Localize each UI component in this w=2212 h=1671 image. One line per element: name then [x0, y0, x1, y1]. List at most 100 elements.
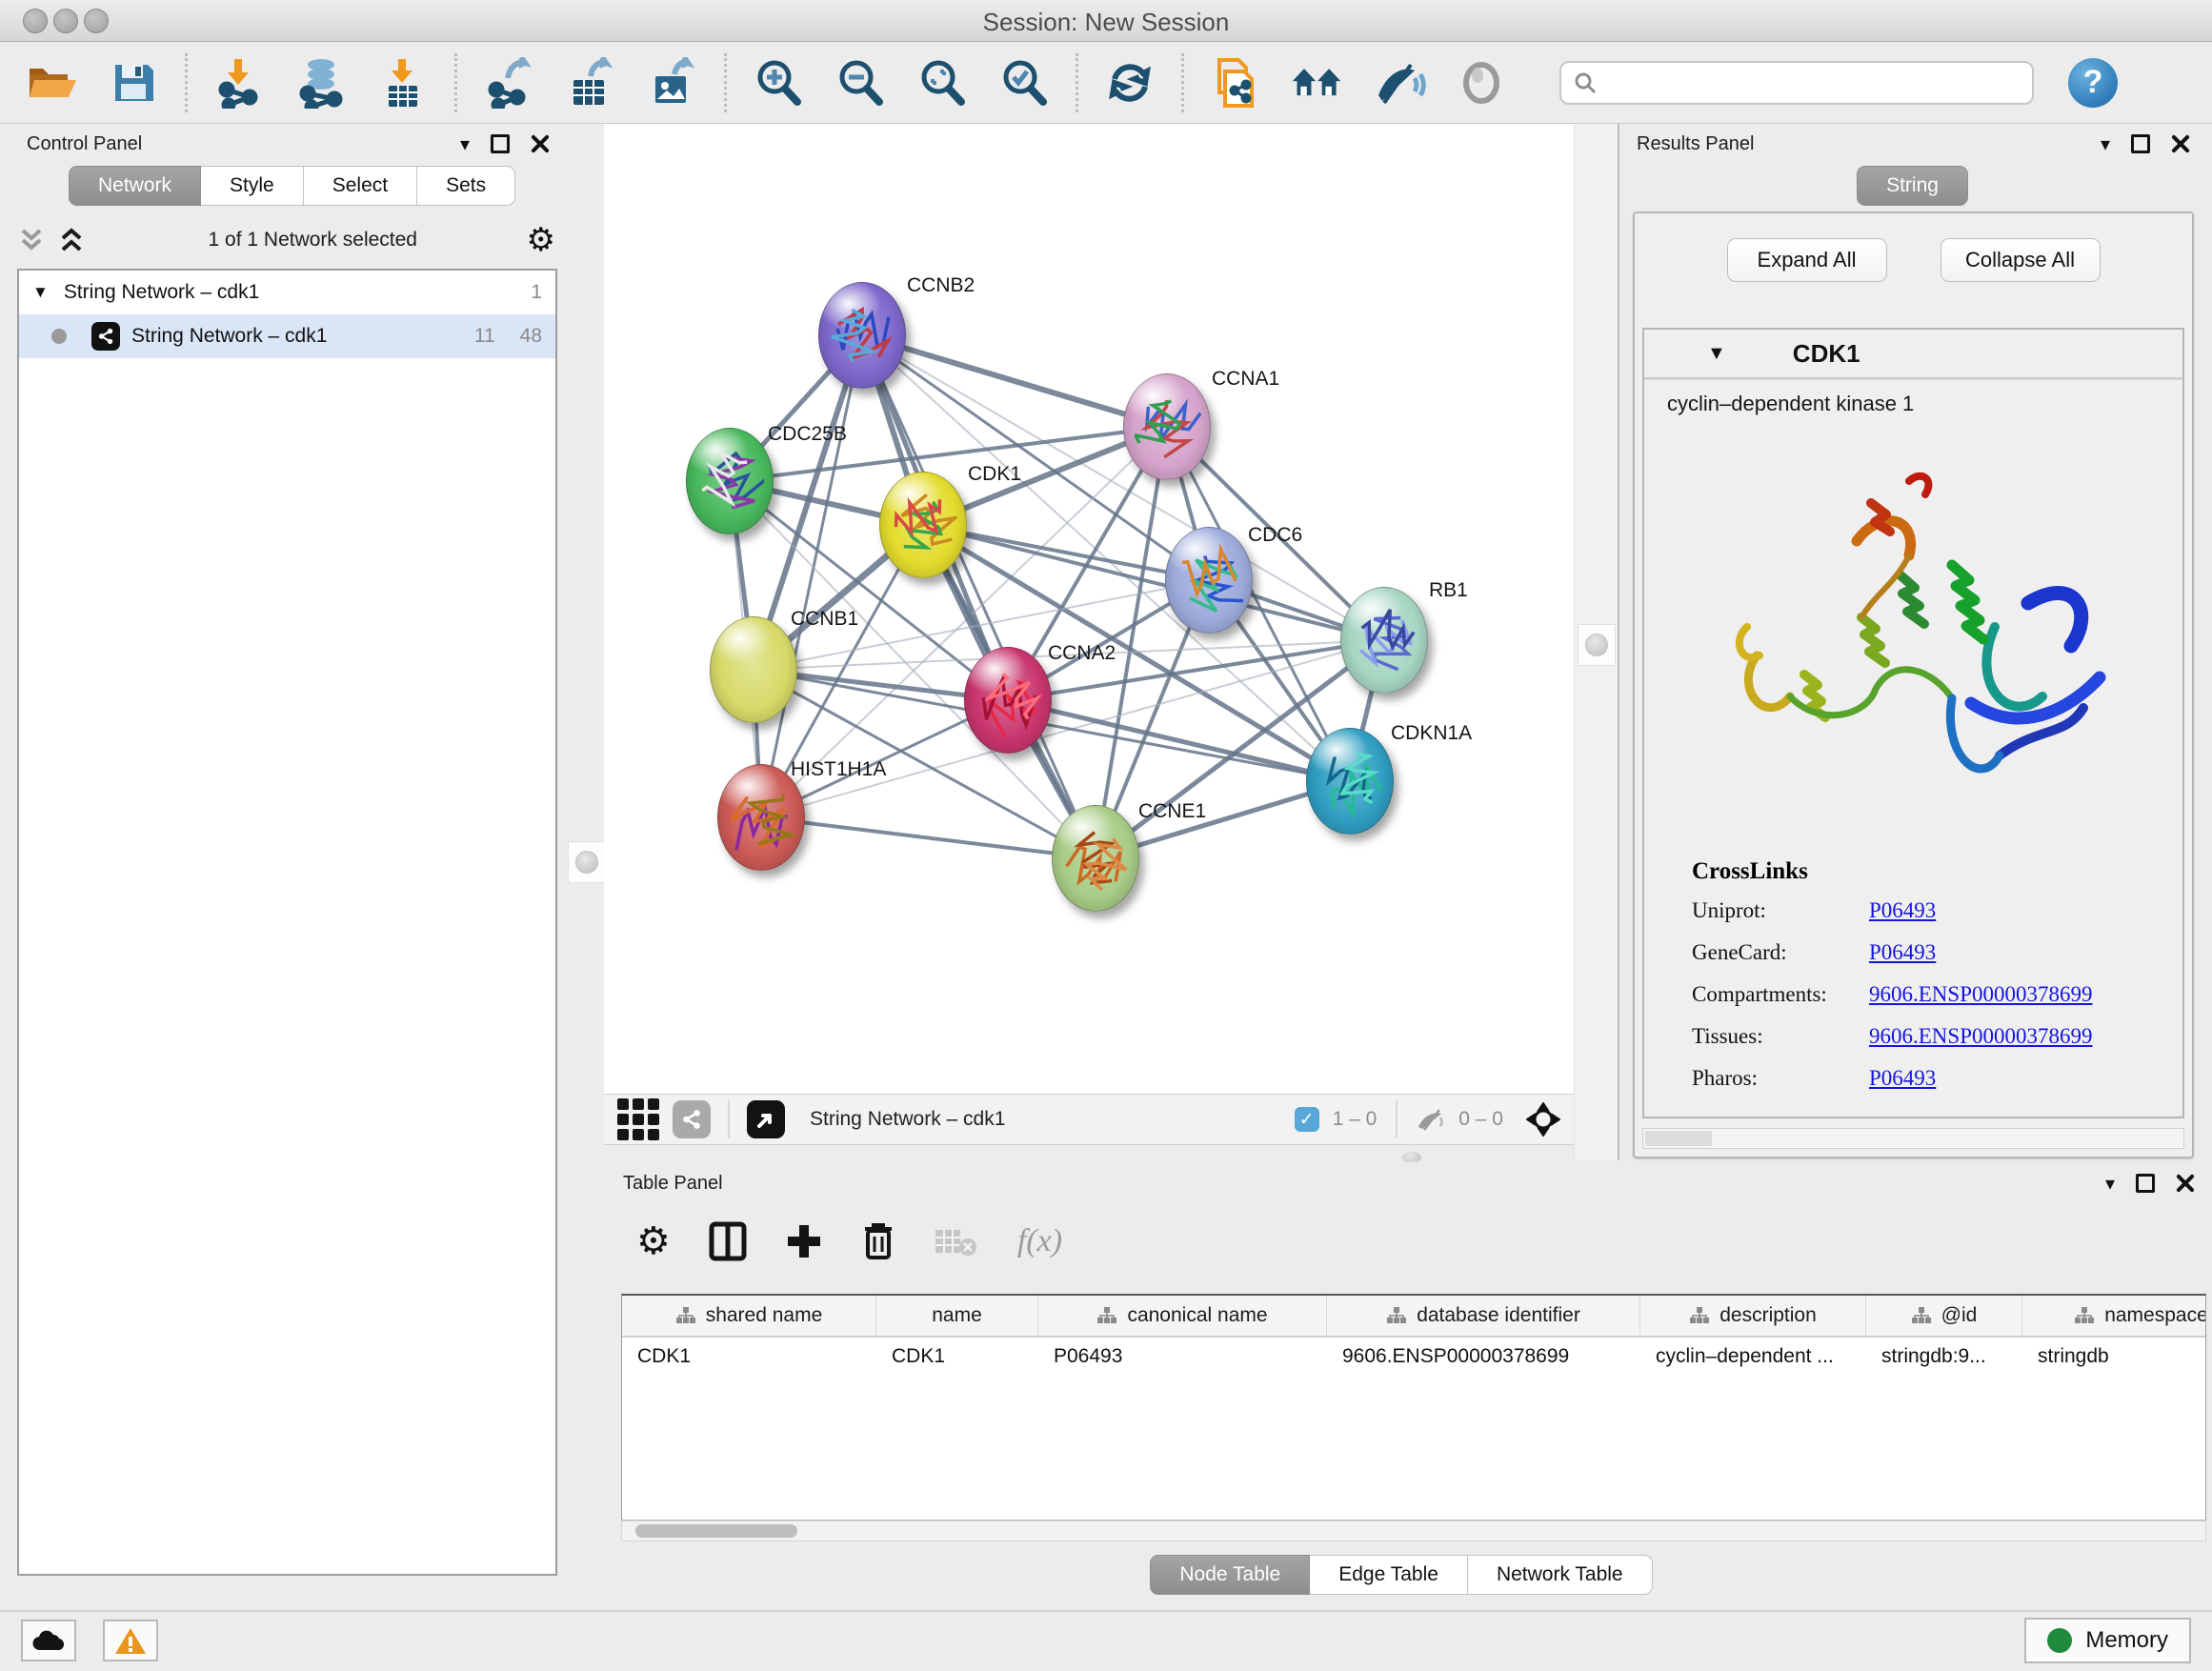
- function-builder-icon[interactable]: f(x): [1017, 1223, 1062, 1259]
- expand-all-button[interactable]: Expand All: [1727, 238, 1887, 282]
- column-header-description[interactable]: description: [1640, 1296, 1866, 1336]
- panel-menu-icon[interactable]: ▾: [2101, 132, 2110, 156]
- cloud-button[interactable]: [21, 1620, 76, 1661]
- table-cell[interactable]: 9606.ENSP00000378699: [1327, 1338, 1640, 1379]
- detach-view-icon[interactable]: [747, 1100, 785, 1138]
- left-splitter-handle[interactable]: [568, 841, 606, 883]
- network-options-gear-icon[interactable]: ⚙: [527, 224, 555, 256]
- table-settings-gear-icon[interactable]: ⚙: [636, 1222, 671, 1260]
- network-node-CDC25B[interactable]: [686, 428, 774, 534]
- birds-eye-icon[interactable]: [1526, 1102, 1560, 1137]
- export-table-icon[interactable]: [564, 56, 617, 110]
- grid-view-icon[interactable]: [617, 1093, 659, 1146]
- table-h-scrollbar[interactable]: [621, 1520, 2206, 1541]
- table-cell[interactable]: stringdb: [2022, 1338, 2206, 1379]
- float-panel-icon[interactable]: [2131, 134, 2150, 153]
- table-cell[interactable]: cyclin–dependent ...: [1640, 1338, 1866, 1379]
- import-database-icon[interactable]: [294, 56, 348, 110]
- selected-checkbox-icon[interactable]: ✓: [1295, 1107, 1319, 1132]
- zoom-out-icon[interactable]: [834, 56, 887, 110]
- help-icon[interactable]: ?: [2068, 58, 2118, 108]
- tab-select[interactable]: Select: [304, 166, 417, 206]
- network-node-CCNB2[interactable]: [818, 282, 906, 389]
- show-columns-icon[interactable]: [709, 1221, 747, 1261]
- close-panel-icon[interactable]: [2176, 1174, 2195, 1193]
- warnings-button[interactable]: [103, 1620, 158, 1661]
- graphics-details-icon[interactable]: [1291, 56, 1344, 110]
- crosslink-label: Compartments:: [1692, 982, 1869, 1007]
- close-panel-icon[interactable]: [531, 134, 550, 153]
- float-panel-icon[interactable]: [491, 134, 510, 153]
- right-splitter-handle[interactable]: [1578, 624, 1616, 666]
- tab-sets[interactable]: Sets: [417, 166, 515, 206]
- float-panel-icon[interactable]: [2136, 1174, 2155, 1193]
- tab-network[interactable]: Network: [69, 166, 201, 206]
- table-cell[interactable]: stringdb:9...: [1866, 1338, 2022, 1379]
- network-collection-row[interactable]: ▼ String Network – cdk1 1: [19, 271, 555, 314]
- import-table-icon[interactable]: [376, 56, 430, 110]
- column-header--id[interactable]: @id: [1866, 1296, 2022, 1336]
- tab-node-table[interactable]: Node Table: [1150, 1555, 1310, 1595]
- network-edge[interactable]: [862, 335, 1167, 427]
- clone-network-icon[interactable]: [1209, 56, 1262, 110]
- zoom-selected-icon[interactable]: [997, 56, 1051, 110]
- column-header-canonical-name[interactable]: canonical name: [1038, 1296, 1327, 1336]
- panel-menu-icon[interactable]: ▾: [2105, 1172, 2115, 1196]
- tab-string[interactable]: String: [1857, 166, 1968, 206]
- refresh-icon[interactable]: [1103, 56, 1156, 110]
- network-edge[interactable]: [862, 335, 1096, 858]
- export-network-icon[interactable]: [482, 56, 535, 110]
- gene-collapse-icon[interactable]: ▼: [1707, 343, 1726, 365]
- collection-expand-icon[interactable]: ▼: [32, 283, 49, 302]
- network-row[interactable]: String Network – cdk1 11 48: [19, 314, 555, 358]
- network-node-CDC6[interactable]: [1165, 527, 1253, 634]
- network-node-RB1[interactable]: [1340, 587, 1428, 694]
- search-input[interactable]: [1559, 61, 2034, 105]
- crosslink-link[interactable]: P06493: [1869, 898, 1936, 923]
- results-scrollbar[interactable]: [1642, 1128, 2184, 1149]
- network-node-CCNA1[interactable]: [1123, 373, 1211, 480]
- open-session-icon[interactable]: [25, 56, 78, 110]
- network-node-CCNA2[interactable]: [964, 647, 1052, 754]
- column-header-shared-name[interactable]: shared name: [622, 1296, 876, 1336]
- column-header-database-identifier[interactable]: database identifier: [1327, 1296, 1640, 1336]
- import-network-icon[interactable]: [212, 56, 266, 110]
- zoom-fit-icon[interactable]: [915, 56, 969, 110]
- glass-effect-icon[interactable]: [1373, 56, 1426, 110]
- delete-table-icon[interactable]: [934, 1224, 979, 1258]
- table-cell[interactable]: CDK1: [622, 1338, 876, 1379]
- network-node-CCNE1[interactable]: [1052, 805, 1139, 912]
- network-node-CDK1[interactable]: [879, 472, 967, 578]
- tab-style[interactable]: Style: [201, 166, 304, 206]
- collapse-all-icon[interactable]: [19, 227, 44, 253]
- network-edge[interactable]: [1008, 700, 1350, 781]
- crosslink-link[interactable]: 9606.ENSP00000378699: [1869, 1024, 2093, 1049]
- crosslink-link[interactable]: 9606.ENSP00000378699: [1869, 982, 2093, 1007]
- collapse-all-button[interactable]: Collapse All: [1941, 238, 2101, 282]
- hidden-eye-icon[interactable]: [1417, 1108, 1445, 1131]
- memory-button[interactable]: Memory: [2024, 1618, 2191, 1663]
- save-session-icon[interactable]: [107, 56, 160, 110]
- network-canvas[interactable]: CCNB2CCNA1CDC25BCDK1CDC6RB1CCNB1CCNA2CDK…: [604, 124, 1574, 1094]
- crosslink-link[interactable]: P06493: [1869, 940, 1936, 965]
- panel-menu-icon[interactable]: ▾: [460, 132, 470, 156]
- network-node-CDKN1A[interactable]: [1306, 728, 1394, 835]
- column-header-namespace[interactable]: namespace: [2022, 1296, 2206, 1336]
- network-node-CCNB1[interactable]: [710, 616, 797, 723]
- tab-network-table[interactable]: Network Table: [1468, 1555, 1653, 1595]
- crosslink-link[interactable]: P06493: [1869, 1066, 1936, 1091]
- expand-all-icon[interactable]: [59, 227, 84, 253]
- delete-column-icon[interactable]: [861, 1221, 895, 1261]
- table-cell[interactable]: CDK1: [876, 1338, 1038, 1379]
- export-image-icon[interactable]: [646, 56, 699, 110]
- table-cell[interactable]: P06493: [1038, 1338, 1327, 1379]
- column-header-name[interactable]: name: [876, 1296, 1038, 1336]
- network-edge[interactable]: [761, 817, 1096, 858]
- highlight-neighbors-icon[interactable]: [1455, 56, 1508, 110]
- network-share-icon[interactable]: [673, 1100, 711, 1138]
- zoom-in-icon[interactable]: [752, 56, 805, 110]
- network-edge[interactable]: [761, 335, 862, 817]
- add-column-icon[interactable]: [785, 1222, 823, 1260]
- tab-edge-table[interactable]: Edge Table: [1310, 1555, 1468, 1595]
- close-panel-icon[interactable]: [2171, 134, 2190, 153]
